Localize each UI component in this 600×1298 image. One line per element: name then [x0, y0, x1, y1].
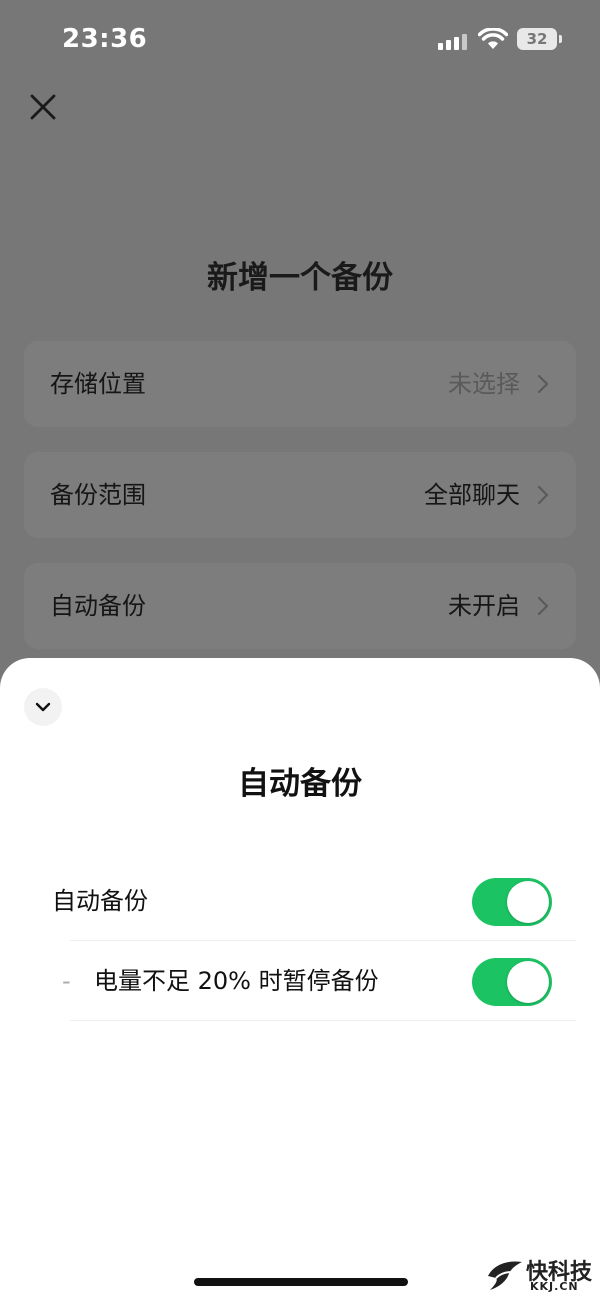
- toggle-row-low-battery-pause: - 电量不足 20% 时暂停备份: [0, 941, 600, 1021]
- setting-label: 存储位置: [50, 370, 146, 398]
- close-icon[interactable]: [28, 92, 58, 122]
- setting-value: 全部聊天: [424, 481, 520, 509]
- watermark-logo: 快科技 KKJ.CN: [486, 1254, 596, 1294]
- status-bar: 23:36 32: [0, 0, 600, 80]
- setting-value: 未选择: [448, 370, 520, 398]
- chevron-down-icon: [35, 702, 51, 712]
- sub-item-dash: -: [62, 967, 71, 995]
- battery-icon: 32: [517, 28, 557, 50]
- home-indicator[interactable]: [194, 1278, 408, 1286]
- watermark-subtext: KKJ.CN: [530, 1280, 579, 1293]
- setting-value: 未开启: [448, 592, 520, 620]
- setting-label: 自动备份: [50, 592, 146, 620]
- toggle-row-auto-backup: 自动备份: [0, 861, 600, 941]
- chevron-right-icon: [537, 485, 549, 505]
- setting-row-storage-location[interactable]: 存储位置 未选择: [24, 341, 576, 427]
- wifi-icon: [478, 28, 508, 49]
- signal-icon: [438, 34, 467, 50]
- divider: [70, 1020, 576, 1021]
- sheet-title: 自动备份: [238, 766, 362, 802]
- low-battery-pause-switch[interactable]: [472, 958, 552, 1006]
- toggle-label: 自动备份: [52, 887, 148, 915]
- switch-knob: [507, 881, 549, 923]
- chevron-right-icon: [537, 596, 549, 616]
- chevron-right-icon: [537, 374, 549, 394]
- switch-knob: [507, 961, 549, 1003]
- page-title: 新增一个备份: [207, 260, 393, 296]
- setting-label: 备份范围: [50, 481, 146, 509]
- auto-backup-sheet: 自动备份 自动备份 - 电量不足 20% 时暂停备份: [0, 658, 600, 1298]
- status-time: 23:36: [62, 24, 148, 54]
- setting-row-auto-backup[interactable]: 自动备份 未开启: [24, 563, 576, 649]
- battery-tip: [559, 35, 562, 43]
- setting-row-backup-scope[interactable]: 备份范围 全部聊天: [24, 452, 576, 538]
- collapse-sheet-button[interactable]: [24, 688, 62, 726]
- watermark-bird-icon: [488, 1261, 522, 1290]
- toggle-label: 电量不足 20% 时暂停备份: [94, 967, 379, 995]
- auto-backup-switch[interactable]: [472, 878, 552, 926]
